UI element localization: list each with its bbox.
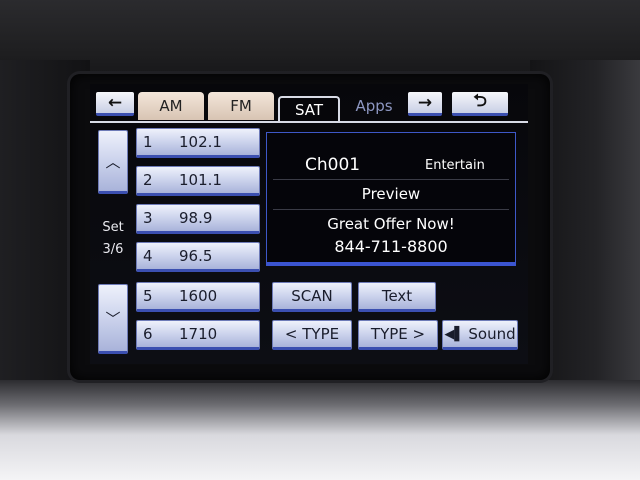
right-arrow-icon: → bbox=[417, 92, 433, 113]
chevron-down-icon: ﹀ bbox=[105, 309, 121, 328]
page-down-button[interactable]: ﹀ bbox=[98, 284, 128, 354]
station-info-panel: Ch001 Entertain Preview Great Offer Now!… bbox=[266, 132, 516, 266]
type-next-button[interactable]: TYPE > bbox=[358, 320, 438, 350]
channel-category: Entertain bbox=[425, 158, 485, 173]
preset-5-button[interactable]: 5 1600 bbox=[136, 282, 260, 312]
preset-number: 6 bbox=[143, 325, 153, 343]
preset-frequency: 1710 bbox=[179, 325, 218, 343]
tab-underline bbox=[90, 121, 528, 123]
info-divider bbox=[273, 179, 509, 180]
preset-number: 2 bbox=[143, 171, 153, 189]
preset-6-button[interactable]: 6 1710 bbox=[136, 320, 260, 350]
chevron-up-icon: ︿ bbox=[105, 152, 121, 171]
preset-number: 5 bbox=[143, 287, 153, 305]
speaker-icon: ◀▌ bbox=[444, 326, 465, 342]
preset-frequency: 101.1 bbox=[179, 171, 222, 189]
preset-frequency: 96.5 bbox=[179, 247, 213, 265]
forward-arrow-button[interactable]: → bbox=[408, 92, 442, 116]
back-arrow-button[interactable]: ← bbox=[96, 92, 134, 116]
preset-frequency: 98.9 bbox=[179, 209, 213, 227]
left-arrow-icon: ← bbox=[107, 92, 123, 113]
preset-1-button[interactable]: 1 102.1 bbox=[136, 128, 260, 158]
preset-number: 4 bbox=[143, 247, 153, 265]
set-page-indicator: 3/6 bbox=[102, 242, 124, 257]
type-previous-button[interactable]: < TYPE bbox=[272, 320, 352, 350]
tab-am[interactable]: AM bbox=[138, 92, 204, 120]
channel-number: Ch001 bbox=[305, 155, 361, 175]
sound-label: Sound bbox=[468, 325, 516, 343]
song-title-line: Great Offer Now! bbox=[327, 215, 455, 233]
dashboard-bottom-trim bbox=[0, 380, 640, 480]
scan-button[interactable]: SCAN bbox=[272, 282, 352, 312]
text-button[interactable]: Text bbox=[358, 282, 436, 312]
sound-button[interactable]: ◀▌ Sound bbox=[442, 320, 518, 350]
tab-sat[interactable]: SAT bbox=[278, 96, 340, 122]
artist-line: 844-711-8800 bbox=[334, 237, 448, 256]
preset-2-button[interactable]: 2 101.1 bbox=[136, 166, 260, 196]
preset-4-button[interactable]: 4 96.5 bbox=[136, 242, 260, 272]
page-up-button[interactable]: ︿ bbox=[98, 130, 128, 194]
return-button[interactable]: ⮌ bbox=[452, 91, 508, 116]
tab-fm[interactable]: FM bbox=[208, 92, 274, 120]
preset-frequency: 1600 bbox=[179, 287, 218, 305]
preset-3-button[interactable]: 3 98.9 bbox=[136, 204, 260, 234]
preset-frequency: 102.1 bbox=[179, 133, 222, 151]
channel-name: Preview bbox=[361, 185, 421, 203]
radio-screen: ← AM FM SAT Apps → ⮌ ︿ Set 3/6 ﹀ 1 102.1… bbox=[90, 84, 528, 364]
info-divider bbox=[273, 209, 509, 210]
set-label: Set bbox=[102, 220, 124, 235]
return-arrow-icon: ⮌ bbox=[473, 91, 487, 111]
tab-apps[interactable]: Apps bbox=[344, 92, 404, 120]
preset-number: 1 bbox=[143, 133, 153, 151]
preset-number: 3 bbox=[143, 209, 153, 227]
